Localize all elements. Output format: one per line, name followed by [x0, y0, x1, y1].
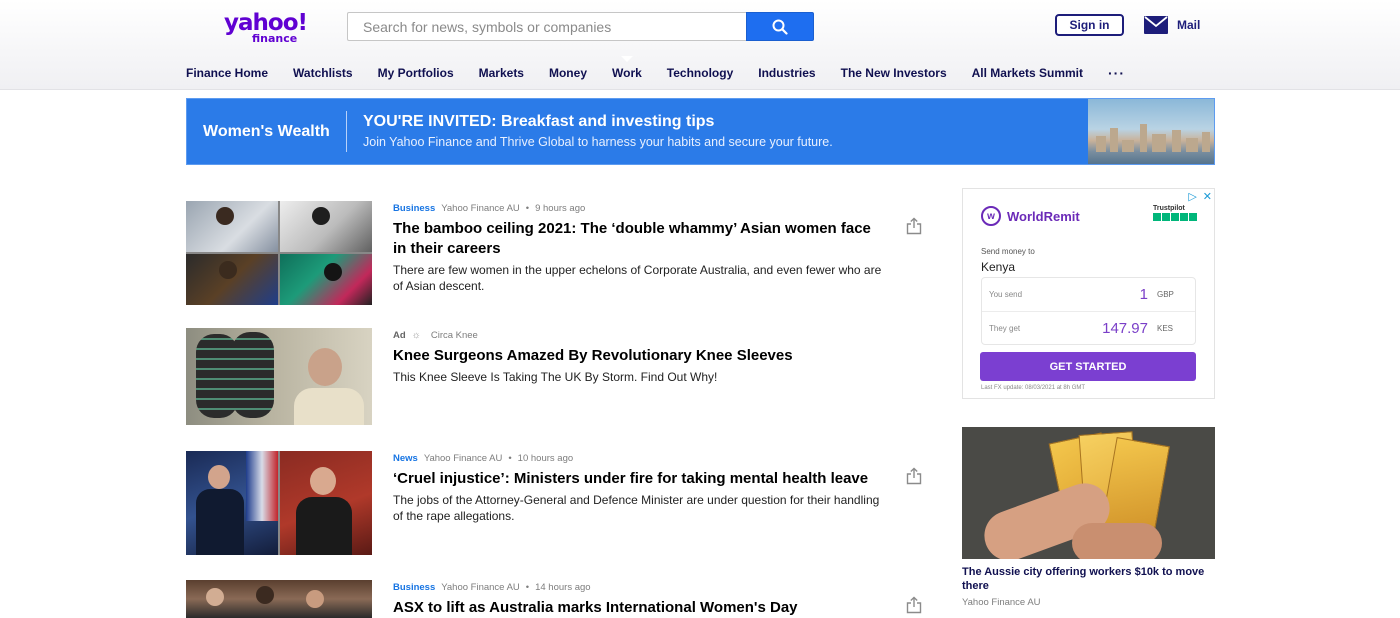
worldremit-ad[interactable]: ▷ ✕ w WorldRemit Trustpilot Send money t…: [962, 188, 1215, 399]
article-headline[interactable]: The bamboo ceiling 2021: The ‘double wha…: [393, 219, 888, 259]
ad-choices[interactable]: ▷ ✕: [1188, 190, 1212, 203]
article-thumbnail[interactable]: [186, 451, 372, 555]
yahoo-finance-logo[interactable]: yahoo! finance: [224, 10, 308, 46]
article-category[interactable]: Business: [393, 203, 435, 214]
sign-in-label: Sign in: [1069, 18, 1110, 32]
article-thumbnail[interactable]: [186, 201, 372, 305]
nav-finance-home[interactable]: Finance Home: [186, 66, 268, 80]
nav-industries[interactable]: Industries: [758, 66, 815, 80]
get-started-button[interactable]: GET STARTED: [980, 352, 1196, 381]
nav-money[interactable]: Money: [549, 66, 587, 80]
news-item: Business Yahoo Finance AU • 9 hours ago …: [186, 201, 926, 311]
envelope-icon: [1144, 16, 1168, 34]
banner-city-image: [1088, 99, 1214, 164]
article-summary: There are few women in the upper echelon…: [393, 263, 882, 293]
ad-info-icon[interactable]: ☼: [412, 330, 421, 341]
article-headline[interactable]: ASX to lift as Australia marks Internati…: [393, 598, 888, 618]
they-get-value[interactable]: 147.97: [1102, 320, 1148, 337]
worldremit-logo: w WorldRemit: [981, 206, 1080, 226]
article-source: Yahoo Finance AU: [441, 582, 520, 593]
send-money-label: Send money to: [981, 247, 1035, 256]
article-time: 9 hours ago: [535, 203, 586, 214]
nav-my-portfolios[interactable]: My Portfolios: [378, 66, 454, 80]
they-get-label: They get: [989, 324, 1021, 333]
share-icon: [906, 217, 922, 235]
nav-more-button[interactable]: ···: [1108, 65, 1125, 81]
article-meta: Business Yahoo Finance AU • 14 hours ago: [393, 582, 591, 593]
side-story-title[interactable]: The Aussie city offering workers $10k to…: [962, 566, 1215, 593]
trustpilot-badge: Trustpilot: [1153, 205, 1197, 221]
ad-summary: This Knee Sleeve Is Taking The UK By Sto…: [393, 370, 718, 384]
article-source: Yahoo Finance AU: [441, 203, 520, 214]
logo-sub: finance: [252, 32, 298, 45]
share-button[interactable]: [906, 217, 922, 235]
nav-all-markets-summit[interactable]: All Markets Summit: [972, 66, 1083, 80]
worldremit-badge-icon: w: [981, 206, 1001, 226]
article-category[interactable]: News: [393, 453, 418, 464]
ad-meta: Ad ☼ Circa Knee: [393, 330, 478, 341]
news-item: News Yahoo Finance AU • 10 hours ago ‘Cr…: [186, 451, 926, 557]
you-send-label: You send: [989, 290, 1023, 299]
nav-work[interactable]: Work: [612, 56, 642, 80]
banner-subtitle: Join Yahoo Finance and Thrive Global to …: [363, 135, 833, 149]
article-thumbnail[interactable]: [186, 580, 372, 618]
search-icon: [772, 19, 788, 35]
article-category[interactable]: Business: [393, 582, 435, 593]
trustpilot-stars-icon: [1153, 213, 1197, 221]
mail-label: Mail: [1177, 18, 1201, 32]
ad-thumbnail[interactable]: [186, 328, 372, 425]
share-button[interactable]: [906, 467, 922, 485]
nav-the-new-investors[interactable]: The New Investors: [841, 66, 947, 80]
article-meta: News Yahoo Finance AU • 10 hours ago: [393, 453, 573, 464]
destination-country[interactable]: Kenya: [981, 260, 1015, 274]
fx-calculator: You send 1 GBP They get 147.97 KES: [981, 277, 1196, 345]
article-time: 10 hours ago: [517, 453, 574, 464]
side-story-source: Yahoo Finance AU: [962, 597, 1041, 608]
ad-close-icon[interactable]: ✕: [1203, 190, 1212, 203]
nav-technology[interactable]: Technology: [667, 66, 733, 80]
article-headline[interactable]: ‘Cruel injustice’: Ministers under fire …: [393, 469, 888, 489]
site-header: yahoo! finance Sign in Mail Finance Home…: [0, 0, 1400, 90]
ad-label: Ad: [393, 330, 406, 341]
banner-brand: Women's Wealth: [203, 123, 330, 140]
ad-headline[interactable]: Knee Surgeons Amazed By Revolutionary Kn…: [393, 346, 888, 366]
womens-wealth-banner[interactable]: Women's Wealth YOU'RE INVITED: Breakfast…: [186, 98, 1215, 165]
article-time: 14 hours ago: [535, 582, 591, 593]
you-send-value[interactable]: 1: [1140, 286, 1148, 303]
meta-separator: •: [508, 453, 512, 464]
meta-separator: •: [525, 203, 530, 214]
ad-source: Circa Knee: [430, 330, 478, 341]
sign-in-button[interactable]: Sign in: [1055, 14, 1124, 36]
article-meta: Business Yahoo Finance AU • 9 hours ago: [393, 203, 585, 214]
search-input[interactable]: [347, 12, 747, 41]
share-icon: [906, 467, 922, 485]
worldremit-brand: WorldRemit: [1007, 208, 1080, 224]
sponsored-item: Ad ☼ Circa Knee Knee Surgeons Amazed By …: [186, 328, 926, 428]
nav-watchlists[interactable]: Watchlists: [293, 66, 353, 80]
article-summary: The jobs of the Attorney-General and Def…: [393, 493, 880, 523]
share-button[interactable]: [906, 596, 922, 614]
you-send-row[interactable]: You send 1 GBP: [982, 278, 1195, 311]
banner-divider: [346, 111, 347, 152]
article-source: Yahoo Finance AU: [423, 453, 503, 464]
they-get-row[interactable]: They get 147.97 KES: [982, 312, 1195, 345]
share-icon: [906, 596, 922, 614]
they-get-currency: KES: [1157, 324, 1174, 333]
meta-separator: •: [525, 582, 530, 593]
mail-link[interactable]: Mail: [1144, 14, 1200, 36]
fx-update-note: Last FX update: 08/03/2021 at 8h GMT: [981, 385, 1086, 391]
search-button[interactable]: [746, 12, 814, 41]
you-send-currency: GBP: [1157, 290, 1174, 299]
banner-title: YOU'RE INVITED: Breakfast and investing …: [363, 113, 715, 130]
main-nav: Finance Home Watchlists My Portfolios Ma…: [186, 56, 1125, 82]
nav-markets[interactable]: Markets: [479, 66, 524, 80]
side-story-image[interactable]: [962, 427, 1215, 559]
trustpilot-label: Trustpilot: [1153, 205, 1185, 212]
ad-choices-icon[interactable]: ▷: [1188, 190, 1196, 203]
news-item: Business Yahoo Finance AU • 14 hours ago…: [186, 580, 926, 618]
